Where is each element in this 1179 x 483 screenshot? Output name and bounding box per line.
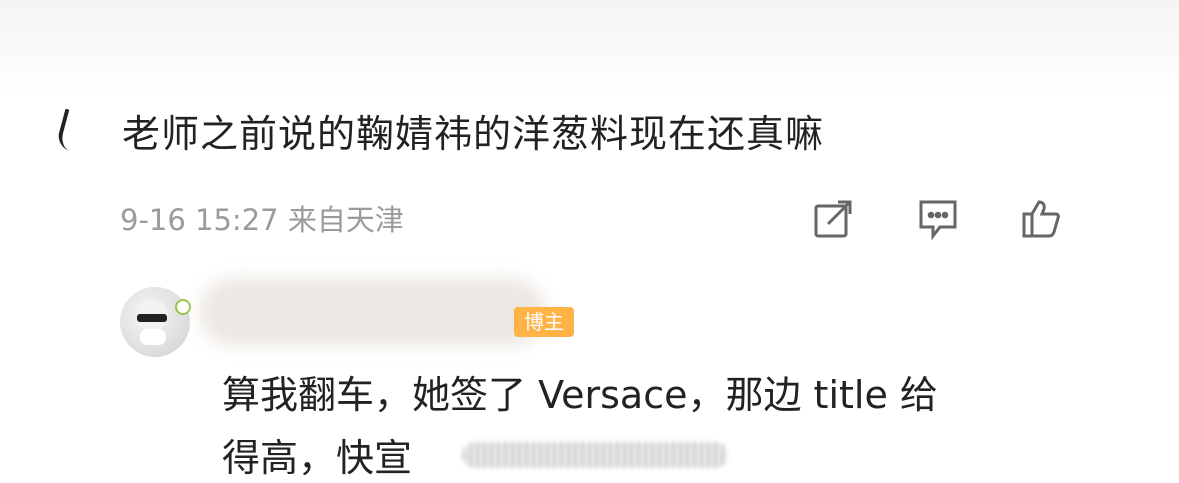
blurred-username[interactable]: [200, 278, 545, 346]
reply-avatar[interactable]: [120, 287, 190, 357]
reply-text-line-2: 得高，快宣: [222, 436, 413, 480]
comment-meta: 9-16 15:27 来自天津: [120, 203, 404, 237]
comment-text: 老师之前说的鞠婧祎的洋葱料现在还真嘛: [122, 112, 825, 156]
like-icon[interactable]: [1018, 196, 1064, 242]
redaction-mark: [462, 442, 728, 468]
previous-avatar-fragment: [55, 108, 81, 152]
author-badge: 博主: [514, 307, 574, 337]
verified-badge-icon: [175, 299, 191, 315]
share-icon[interactable]: [810, 196, 856, 242]
reply-text-line-1: 算我翻车，她签了 Versace，那边 title 给: [222, 373, 938, 417]
comment-icon[interactable]: [915, 196, 961, 242]
top-fade: [0, 0, 1179, 95]
